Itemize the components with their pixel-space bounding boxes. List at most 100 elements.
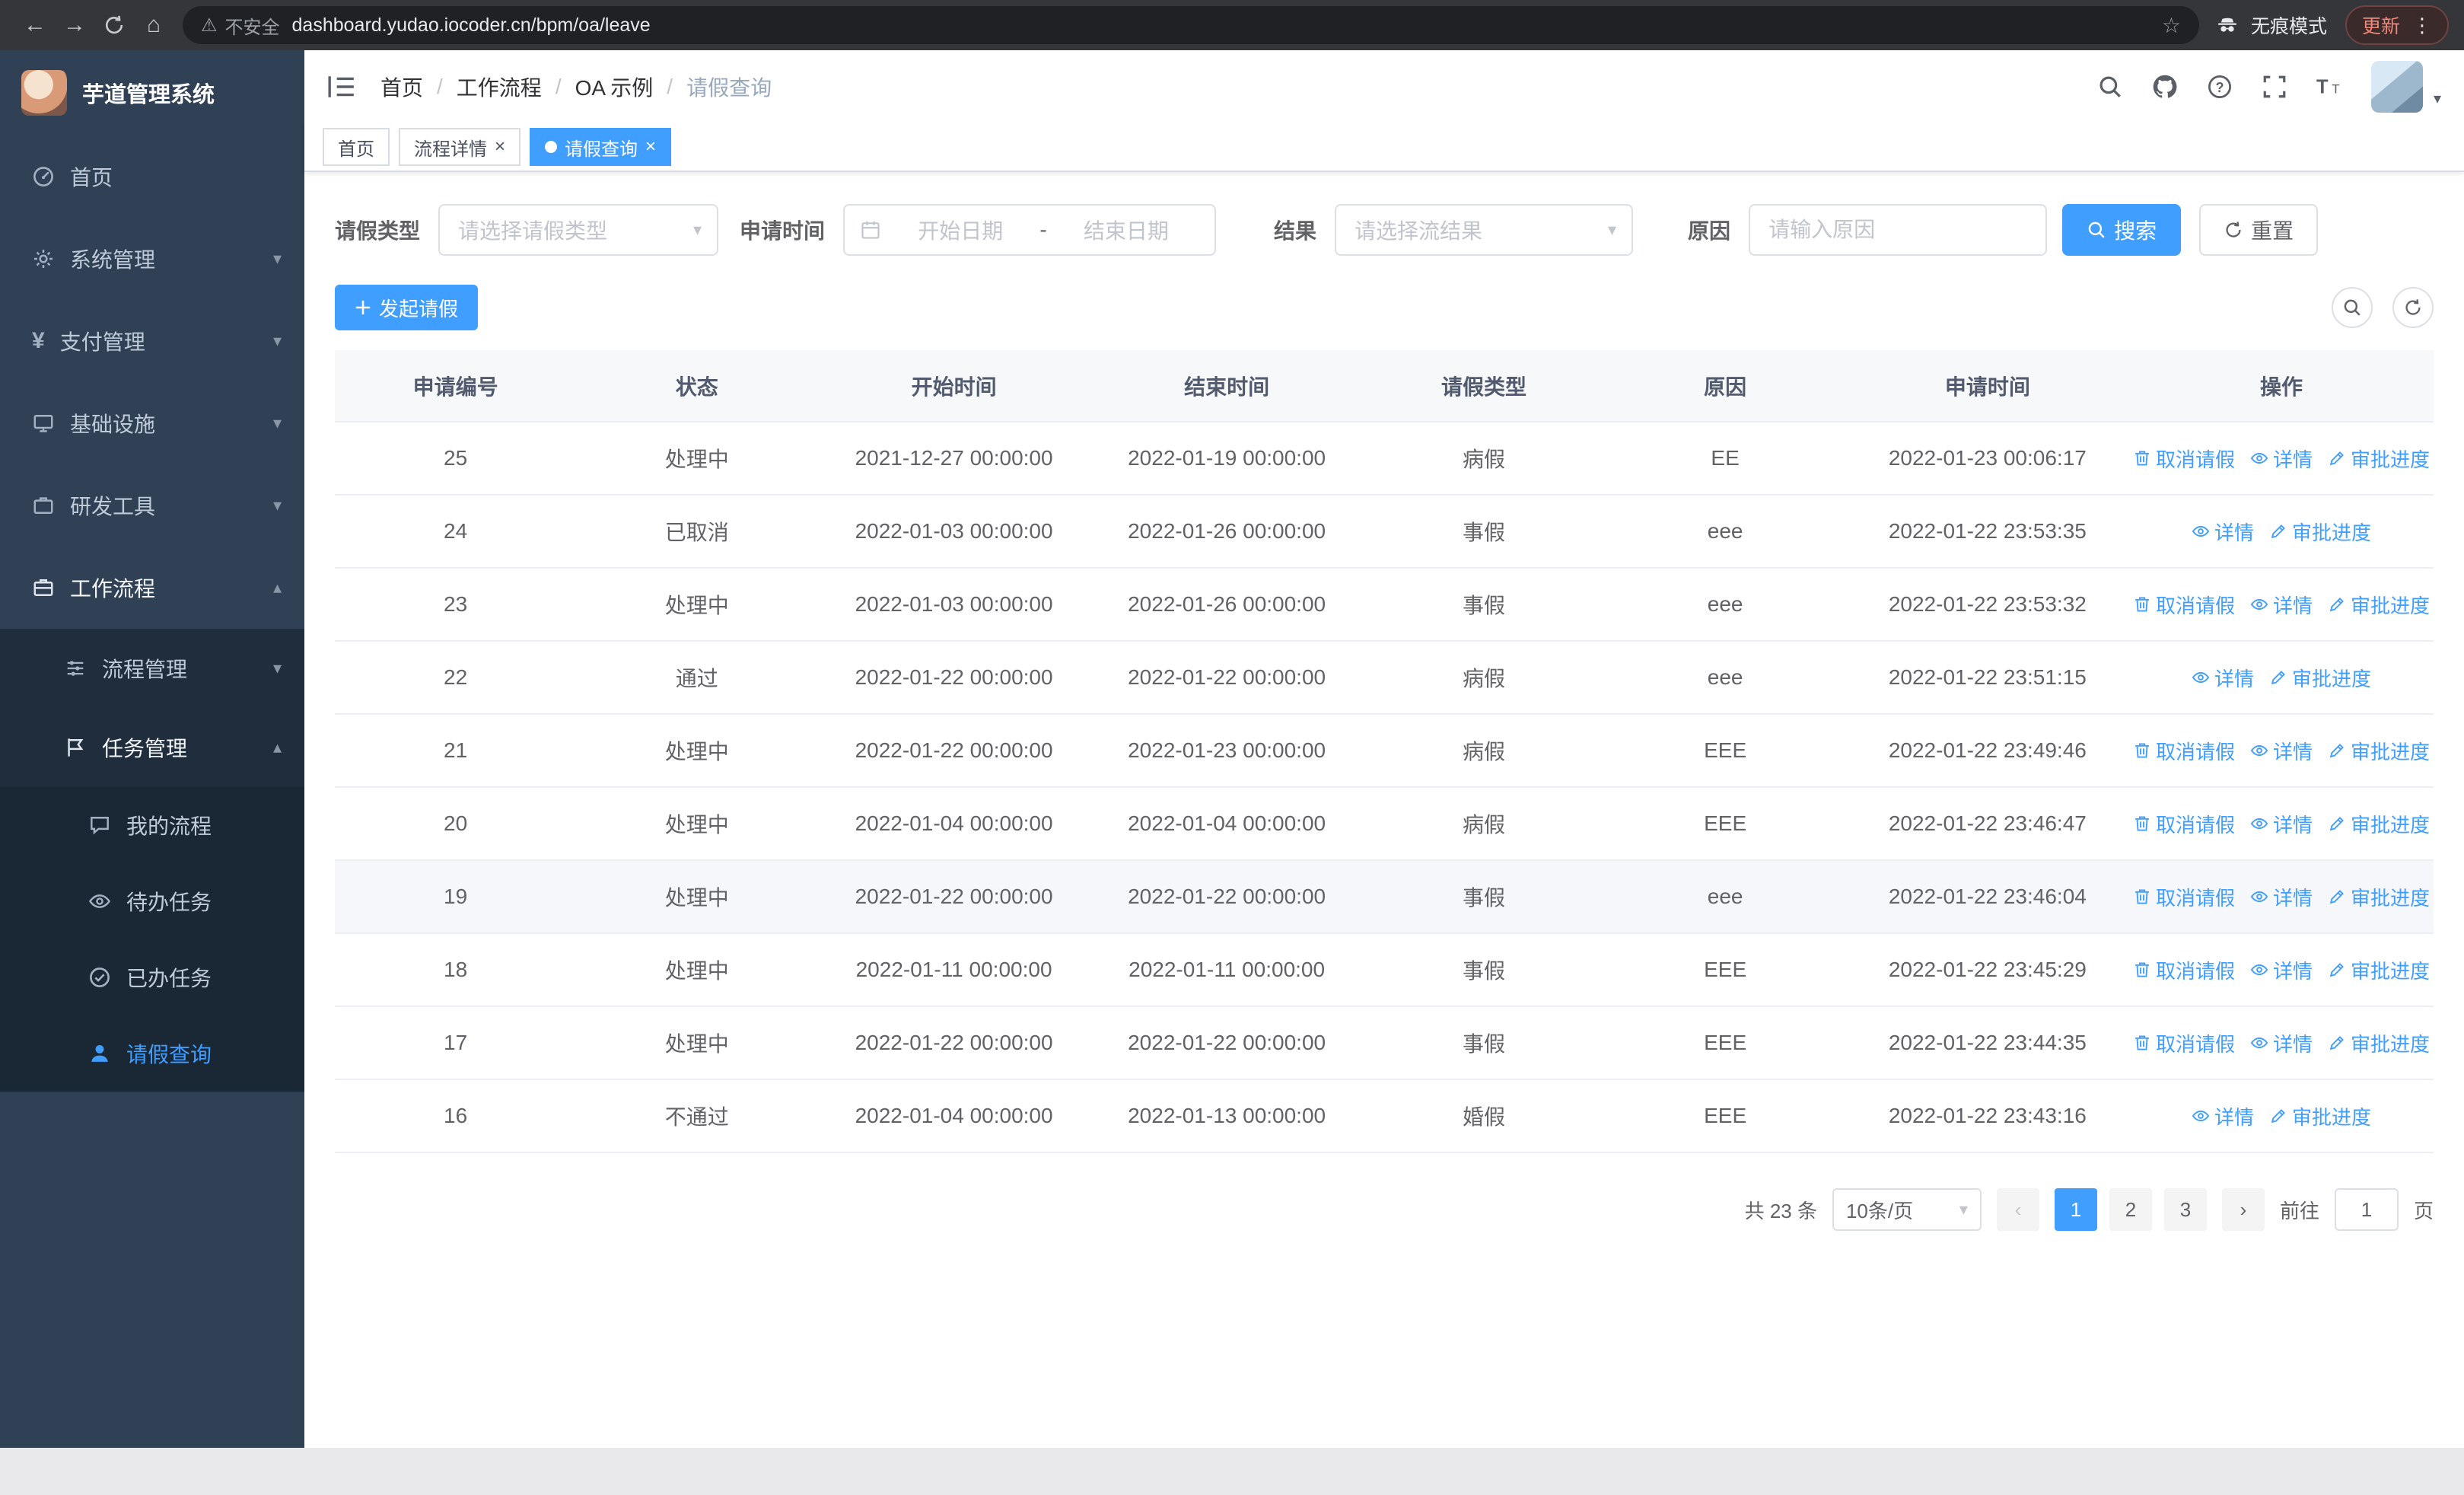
progress-link[interactable]: 审批进度	[2269, 1102, 2371, 1130]
detail-link[interactable]: 详情	[2250, 445, 2313, 473]
cancel-leave-link[interactable]: 取消请假	[2133, 445, 2235, 473]
breadcrumb-item[interactable]: OA 示例	[575, 72, 654, 102]
progress-link[interactable]: 审批进度	[2328, 956, 2430, 984]
close-icon[interactable]: ×	[645, 138, 656, 156]
detail-link[interactable]: 详情	[2192, 1102, 2254, 1130]
help-icon[interactable]: ?	[2207, 74, 2233, 100]
progress-link[interactable]: 审批进度	[2328, 591, 2430, 619]
toggle-search-icon[interactable]	[2332, 287, 2373, 328]
eye-icon	[2250, 888, 2268, 906]
detail-link[interactable]: 详情	[2250, 883, 2313, 911]
browser-home-icon[interactable]: ⌂	[134, 5, 173, 45]
cell-reason: eee	[1604, 495, 1846, 569]
security-warning[interactable]: ⚠ 不安全	[201, 12, 280, 39]
reason-label: 原因	[1688, 219, 1731, 243]
create-leave-button[interactable]: 发起请假	[335, 285, 479, 330]
cancel-leave-link[interactable]: 取消请假	[2133, 956, 2235, 984]
sidebar-item-my-processes[interactable]: 我的流程	[0, 787, 304, 863]
chevron-down-icon: ▾	[272, 413, 282, 432]
next-page-button[interactable]: ›	[2221, 1188, 2265, 1231]
cancel-leave-link[interactable]: 取消请假	[2133, 591, 2235, 619]
progress-label: 审批进度	[2351, 886, 2431, 910]
cell-actions: 取消请假 详情 审批进度	[2129, 933, 2434, 1007]
pen-icon	[2328, 449, 2346, 467]
page-size-select[interactable]: 10条/页 ▾	[1832, 1188, 1982, 1231]
detail-link[interactable]: 详情	[2250, 1029, 2313, 1057]
progress-link[interactable]: 审批进度	[2328, 810, 2430, 838]
sidebar-item-payment[interactable]: ¥ 支付管理 ▾	[0, 300, 304, 382]
cancel-leave-link[interactable]: 取消请假	[2133, 810, 2235, 838]
page-button-3[interactable]: 3	[2163, 1188, 2207, 1231]
progress-link[interactable]: 审批进度	[2328, 445, 2430, 473]
goto-page-input[interactable]	[2334, 1188, 2399, 1231]
back-icon[interactable]: ←	[15, 5, 55, 45]
detail-link[interactable]: 详情	[2250, 956, 2313, 984]
refresh-table-icon[interactable]	[2392, 287, 2434, 328]
tab-process-detail[interactable]: 流程详情 ×	[399, 128, 521, 166]
search-icon[interactable]	[2097, 74, 2123, 100]
breadcrumb-item[interactable]: 工作流程	[457, 72, 542, 102]
sidebar-item-home[interactable]: 首页	[0, 135, 304, 218]
cell-status: 处理中	[576, 933, 818, 1007]
font-size-icon[interactable]: TT	[2316, 74, 2342, 100]
cancel-leave-link[interactable]: 取消请假	[2133, 737, 2235, 765]
gear-icon	[32, 247, 55, 270]
detail-link[interactable]: 详情	[2250, 737, 2313, 765]
progress-link[interactable]: 审批进度	[2328, 737, 2430, 765]
browser-menu-icon[interactable]: ⋮	[2412, 14, 2432, 37]
reason-input[interactable]	[1768, 218, 2028, 242]
sidebar-item-devtools[interactable]: 研发工具 ▾	[0, 464, 304, 547]
detail-link[interactable]: 详情	[2250, 810, 2313, 838]
address-bar[interactable]: ⚠ 不安全 dashboard.yudao.iocoder.cn/bpm/oa/…	[183, 6, 2199, 44]
prev-page-button[interactable]: ‹	[1996, 1188, 2039, 1231]
detail-link[interactable]: 详情	[2250, 591, 2313, 619]
breadcrumb-separator: /	[437, 75, 443, 98]
sidebar-item-workflow[interactable]: 工作流程 ▴	[0, 547, 304, 629]
bookmark-star-icon[interactable]: ☆	[2162, 13, 2181, 38]
progress-link[interactable]: 审批进度	[2269, 664, 2371, 692]
result-select[interactable]: 请选择流结果 ▾	[1335, 204, 1634, 256]
goto-label: 前往	[2279, 1199, 2319, 1222]
sidebar-item-leave-query[interactable]: 请假查询	[0, 1015, 304, 1092]
sidebar-item-done-tasks[interactable]: 已办任务	[0, 939, 304, 1015]
cell-reason: EEE	[1604, 933, 1846, 1007]
sidebar-item-system[interactable]: 系统管理 ▾	[0, 218, 304, 300]
workflow-icon	[32, 576, 55, 599]
forward-icon[interactable]: →	[55, 5, 94, 45]
tab-leave-query[interactable]: 请假查询 ×	[530, 128, 672, 166]
page-buttons: 123	[2054, 1188, 2207, 1231]
sidebar-item-todo-tasks[interactable]: 待办任务	[0, 863, 304, 939]
progress-link[interactable]: 审批进度	[2328, 883, 2430, 911]
page-button-1[interactable]: 1	[2054, 1188, 2097, 1231]
fullscreen-icon[interactable]	[2262, 74, 2287, 100]
reload-icon[interactable]	[94, 5, 134, 45]
breadcrumb-item[interactable]: 首页	[380, 72, 423, 102]
close-icon[interactable]: ×	[495, 138, 505, 156]
progress-link[interactable]: 审批进度	[2269, 518, 2371, 546]
leave-type-select[interactable]: 请选择请假类型 ▾	[438, 204, 719, 256]
app-logo[interactable]: 芋道管理系统	[0, 50, 304, 135]
cell-actions: 详情 审批进度	[2129, 495, 2434, 569]
progress-link[interactable]: 审批进度	[2328, 1029, 2430, 1057]
user-avatar[interactable]	[2370, 61, 2423, 113]
apply-time-range-picker[interactable]: 开始日期 - 结束日期	[843, 204, 1217, 256]
cancel-leave-link[interactable]: 取消请假	[2133, 1029, 2235, 1057]
detail-link[interactable]: 详情	[2192, 518, 2254, 546]
tab-home[interactable]: 首页	[323, 128, 390, 166]
chevron-down-icon: ▾	[272, 249, 282, 268]
avatar-caret-icon[interactable]: ▾	[2434, 89, 2441, 108]
cell-apply-time: 2022-01-22 23:53:35	[1845, 495, 2130, 569]
sidebar-item-infrastructure[interactable]: 基础设施 ▾	[0, 382, 304, 464]
cancel-leave-link[interactable]: 取消请假	[2133, 883, 2235, 911]
reset-button[interactable]: 重置	[2199, 204, 2319, 256]
sidebar-item-task-mgmt[interactable]: 任务管理 ▴	[0, 708, 304, 787]
update-button[interactable]: 更新 ⋮	[2345, 5, 2449, 45]
sidebar-item-process-mgmt[interactable]: 流程管理 ▾	[0, 629, 304, 708]
sidebar-toggle-icon[interactable]	[327, 72, 356, 101]
search-button[interactable]: 搜索	[2062, 204, 2182, 256]
detail-link[interactable]: 详情	[2192, 664, 2254, 692]
github-icon[interactable]	[2152, 74, 2178, 100]
page-button-2[interactable]: 2	[2109, 1188, 2152, 1231]
cell-end-time: 2022-01-22 00:00:00	[1090, 1006, 1364, 1080]
cell-apply-time: 2022-01-22 23:46:04	[1845, 860, 2130, 934]
